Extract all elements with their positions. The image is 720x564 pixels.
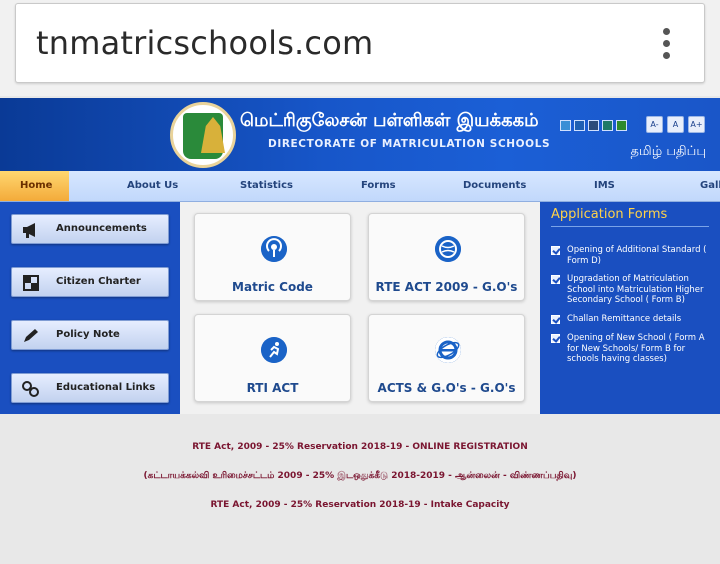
theme-color-picker xyxy=(560,120,627,131)
tile-matric-code[interactable]: Matric Code xyxy=(194,213,351,301)
panel-title: Application Forms xyxy=(551,207,668,222)
form-link[interactable]: Opening of New School ( Form A for New S… xyxy=(551,333,711,365)
nav-item-forms[interactable]: Forms xyxy=(361,180,396,191)
form-link-label: Challan Remittance details xyxy=(567,314,682,324)
tn-emblem-logo xyxy=(170,102,236,168)
link-icon xyxy=(22,381,39,397)
main-nav: Home About Us Statistics Forms Documents… xyxy=(0,171,720,202)
form-link-label: Opening of New School ( Form A for New S… xyxy=(567,333,705,364)
form-link-label: Upgradation of Matriculation School into… xyxy=(567,274,704,305)
rte-intake-capacity-link[interactable]: RTE Act, 2009 - 25% Reservation 2018-19 … xyxy=(0,500,720,510)
font-decrease-button[interactable]: A- xyxy=(646,116,663,133)
tile-label: Matric Code xyxy=(232,280,313,294)
nav-item-label: Home xyxy=(20,180,53,191)
tile-label: RTE ACT 2009 - G.O's xyxy=(375,280,518,294)
sidebar-item-label: Policy Note xyxy=(56,329,120,340)
sidebar-item-label: Educational Links xyxy=(56,382,156,393)
pencil-icon xyxy=(24,329,38,342)
quick-link-tiles: Matric Code RTE ACT 2009 - G.O's RTI ACT… xyxy=(180,202,540,414)
application-forms-panel: Application Forms Opening of Additional … xyxy=(540,202,720,414)
form-link[interactable]: Opening of Additional Standard ( Form D) xyxy=(551,245,711,266)
form-link[interactable]: Upgradation of Matriculation School into… xyxy=(551,274,711,306)
nav-item-home[interactable]: Home xyxy=(0,171,69,201)
announcement-links: RTE Act, 2009 - 25% Reservation 2018-19 … xyxy=(0,414,720,564)
runner-icon xyxy=(261,337,287,363)
sidebar-item-policy-note[interactable]: Policy Note xyxy=(11,320,169,350)
tile-label: RTI ACT xyxy=(246,381,299,395)
checkbox-icon xyxy=(551,315,560,324)
tile-acts-and-gos[interactable]: ACTS & G.O's - G.O's xyxy=(368,314,525,402)
sidebar-item-label: Announcements xyxy=(56,223,147,234)
main-content: Announcements Citizen Charter Policy Not… xyxy=(0,202,720,414)
podcast-icon xyxy=(261,236,287,262)
more-vert-icon[interactable] xyxy=(660,28,672,64)
tile-label: ACTS & G.O's - G.O's xyxy=(377,381,516,395)
address-bar[interactable]: tnmatricschools.com xyxy=(15,3,705,83)
checkbox-icon xyxy=(551,246,560,255)
globe-icon xyxy=(435,236,461,262)
font-increase-button[interactable]: A+ xyxy=(688,116,705,133)
nav-item-ims[interactable]: IMS xyxy=(594,180,615,191)
site-title-tamil: மெட்ரிகுலேசன் பள்ளிகள் இயக்ககம் xyxy=(240,110,539,131)
theme-swatch[interactable] xyxy=(560,120,571,131)
nav-item-about-us[interactable]: About Us xyxy=(127,180,178,191)
theme-swatch[interactable] xyxy=(574,120,585,131)
theme-swatch[interactable] xyxy=(616,120,627,131)
browser-toolbar: tnmatricschools.com xyxy=(0,0,720,96)
checkbox-icon xyxy=(551,334,560,343)
theme-swatch[interactable] xyxy=(602,120,613,131)
form-link-label: Opening of Additional Standard ( Form D) xyxy=(567,245,707,266)
sidebar-item-label: Citizen Charter xyxy=(56,276,141,287)
font-reset-button[interactable]: A xyxy=(667,116,684,133)
theme-swatch[interactable] xyxy=(588,120,599,131)
form-link[interactable]: Challan Remittance details xyxy=(551,314,711,325)
sidebar-item-educational-links[interactable]: Educational Links xyxy=(11,373,169,403)
tamil-version-link[interactable]: தமிழ் பதிப்பு xyxy=(630,144,706,160)
rte-tamil-registration-link[interactable]: (கட்டாயக்கல்வி உரிமைச்சட்டம் 2009 - 25% … xyxy=(0,471,720,482)
nav-item-statistics[interactable]: Statistics xyxy=(240,180,293,191)
chart-icon xyxy=(23,275,39,291)
url-text[interactable]: tnmatricschools.com xyxy=(36,24,373,62)
nav-item-documents[interactable]: Documents xyxy=(463,180,526,191)
divider xyxy=(551,226,709,227)
tile-rti-act[interactable]: RTI ACT xyxy=(194,314,351,402)
sidebar: Announcements Citizen Charter Policy Not… xyxy=(0,202,180,414)
ie-icon xyxy=(435,337,461,363)
checkbox-icon xyxy=(551,275,560,284)
site-header: மெட்ரிகுலேசன் பள்ளிகள் இயக்ககம் DIRECTOR… xyxy=(0,98,720,171)
font-size-controls: A- A A+ xyxy=(646,116,705,133)
tile-rte-act-2009[interactable]: RTE ACT 2009 - G.O's xyxy=(368,213,525,301)
nav-item-gallery[interactable]: Gall xyxy=(700,180,720,191)
megaphone-icon xyxy=(23,223,35,238)
sidebar-item-citizen-charter[interactable]: Citizen Charter xyxy=(11,267,169,297)
sidebar-item-announcements[interactable]: Announcements xyxy=(11,214,169,244)
rte-online-registration-link[interactable]: RTE Act, 2009 - 25% Reservation 2018-19 … xyxy=(0,442,720,452)
site-title-english: DIRECTORATE OF MATRICULATION SCHOOLS xyxy=(268,138,551,150)
